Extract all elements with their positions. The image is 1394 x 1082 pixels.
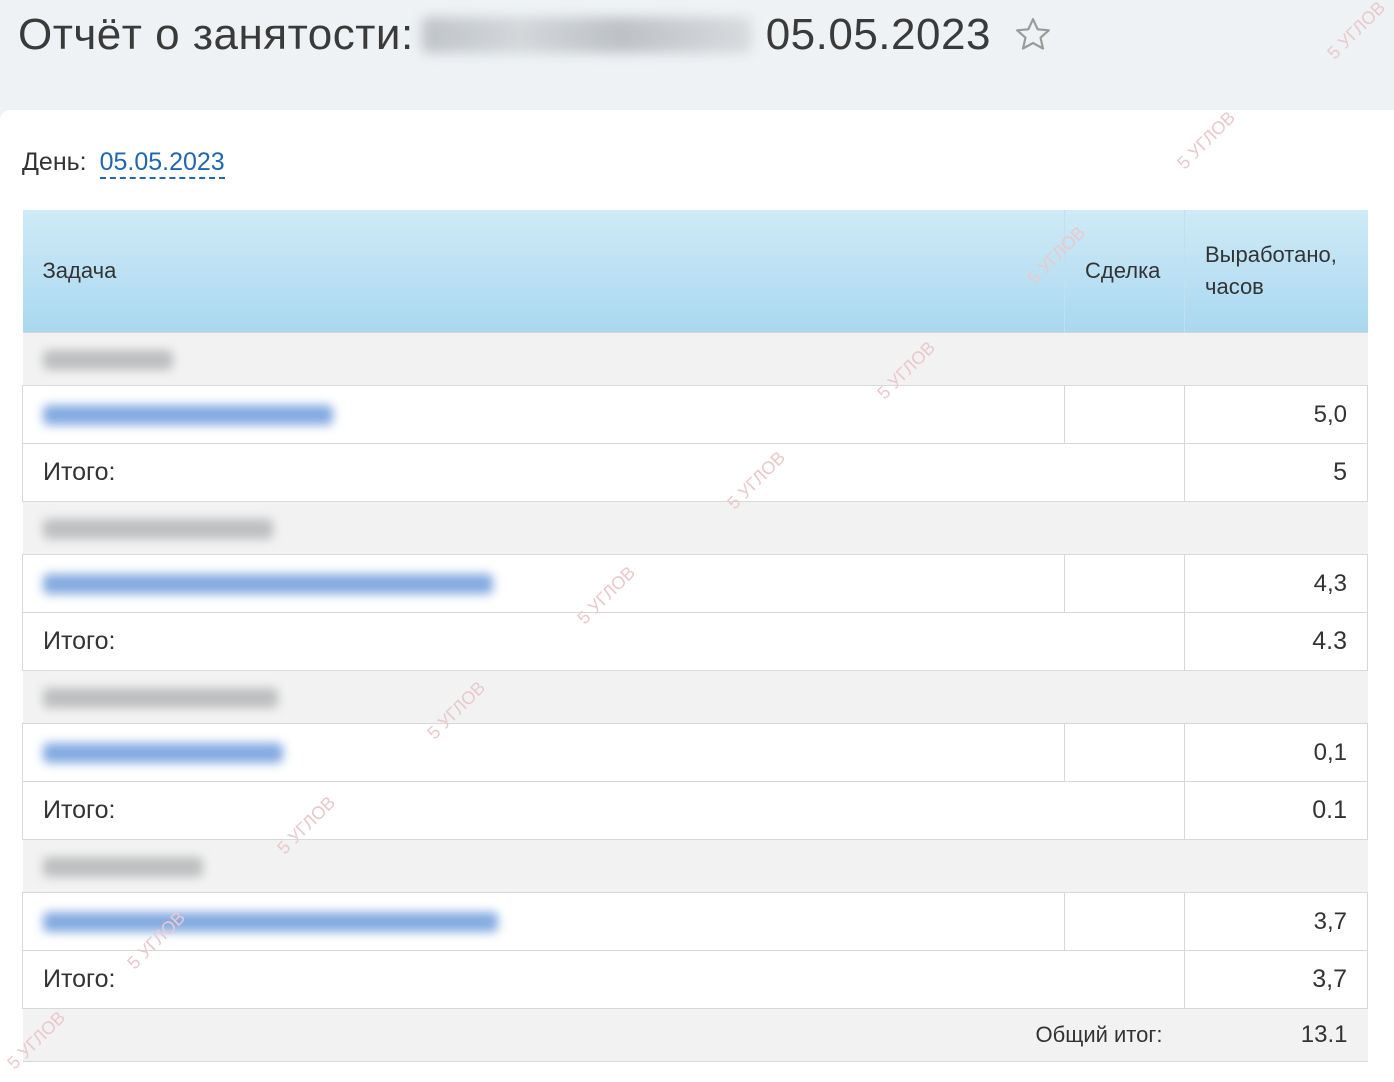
column-header-deal[interactable]: Сделка [1064, 210, 1185, 333]
task-link-redacted[interactable] [43, 743, 283, 764]
table-row: 3,7 [22, 892, 1368, 951]
subtotal-row: Итого: 0.1 [22, 781, 1368, 840]
group-row [22, 501, 1368, 555]
group-row [22, 839, 1368, 893]
table-header-row: Задача Сделка Выработано, часов [22, 210, 1368, 333]
subtotal-row: Итого: 5 [22, 443, 1368, 502]
subtotal-label: Итого: [22, 781, 1185, 840]
grand-total-row: Общий итог: 13.1 [22, 1008, 1368, 1062]
deal-cell [1064, 554, 1185, 613]
subtotal-row: Итого: 4.3 [22, 612, 1368, 671]
deal-cell [1064, 385, 1185, 444]
day-filter: День: 05.05.2023 [22, 148, 225, 179]
group-name-redacted [42, 518, 273, 539]
day-date-link[interactable]: 05.05.2023 [99, 148, 225, 179]
task-link-redacted[interactable] [43, 912, 498, 933]
title-prefix: Отчёт о занятости: [18, 10, 414, 59]
report-panel: День: 05.05.2023 Задача Сделка Выработан… [0, 110, 1394, 1082]
column-header-hours[interactable]: Выработано, часов [1184, 210, 1368, 333]
subtotal-label: Итого: [22, 950, 1185, 1009]
grand-total-label: Общий итог: [22, 1008, 1185, 1062]
task-hours: 4,3 [1184, 554, 1368, 613]
subtotal-label: Итого: [22, 443, 1185, 502]
subtotal-value: 5 [1184, 443, 1368, 502]
column-header-task[interactable]: Задача [22, 210, 1065, 333]
deal-cell [1064, 723, 1185, 782]
group-row [22, 670, 1368, 724]
task-link-redacted[interactable] [43, 574, 493, 595]
grand-total-value: 13.1 [1184, 1008, 1368, 1062]
subtotal-row: Итого: 3,7 [22, 950, 1368, 1009]
subtotal-value: 3,7 [1184, 950, 1368, 1009]
subtotal-value: 0.1 [1184, 781, 1368, 840]
title-date: 05.05.2023 [765, 10, 991, 59]
group-row [22, 332, 1368, 386]
page-header: Отчёт о занятости: 05.05.2023 [0, 0, 1394, 108]
task-hours: 3,7 [1184, 892, 1368, 951]
table-row: 5,0 [22, 385, 1368, 444]
employee-name-redacted [421, 17, 752, 53]
group-name-redacted [42, 856, 203, 877]
star-icon[interactable] [1013, 15, 1053, 55]
day-label: День: [22, 148, 87, 176]
report-table: Задача Сделка Выработано, часов 5,0 Итог… [22, 210, 1368, 1062]
page-title: Отчёт о занятости: 05.05.2023 [18, 10, 1053, 60]
table-row: 0,1 [22, 723, 1368, 782]
subtotal-value: 4.3 [1184, 612, 1368, 671]
table-row: 4,3 [22, 554, 1368, 613]
group-name-redacted [42, 349, 173, 370]
subtotal-label: Итого: [22, 612, 1185, 671]
task-hours: 5,0 [1184, 385, 1368, 444]
deal-cell [1064, 892, 1185, 951]
group-name-redacted [42, 687, 278, 708]
task-link-redacted[interactable] [43, 405, 333, 426]
task-hours: 0,1 [1184, 723, 1368, 782]
